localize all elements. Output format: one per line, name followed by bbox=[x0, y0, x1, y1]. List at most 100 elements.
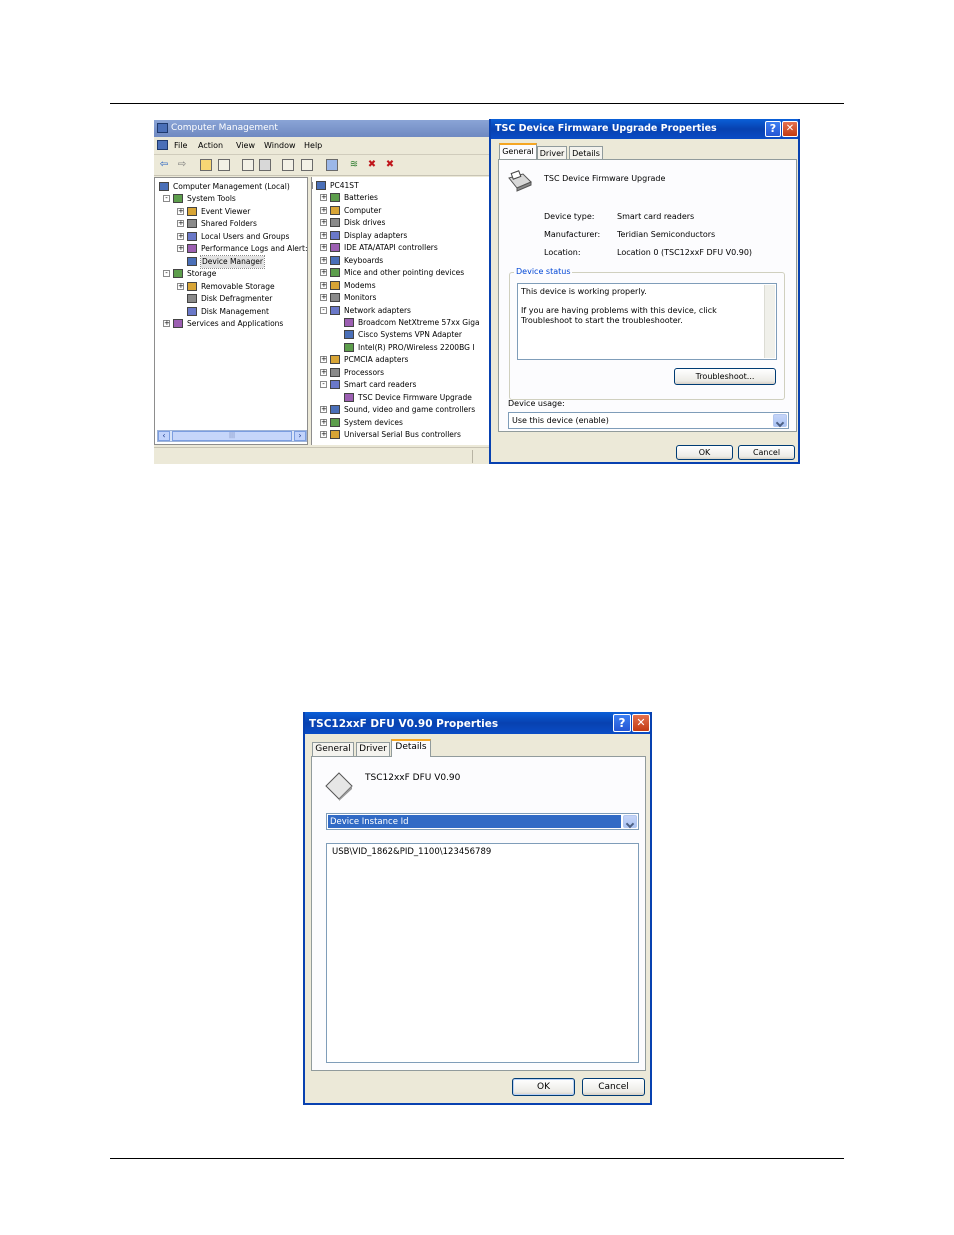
property-select[interactable]: Device Instance Id bbox=[326, 813, 639, 830]
tree-node[interactable]: + Batteries bbox=[312, 192, 489, 204]
collapse-icon[interactable]: - bbox=[163, 270, 170, 278]
troubleshoot-button[interactable]: Troubleshoot... bbox=[674, 368, 776, 385]
help-button[interactable]: ? bbox=[765, 121, 781, 137]
tree-horizontal-scrollbar[interactable]: ‹ ||| › bbox=[157, 430, 307, 442]
expand-icon[interactable]: + bbox=[320, 219, 327, 227]
dfu-cancel-button[interactable]: Cancel bbox=[582, 1078, 645, 1096]
export-list-icon[interactable] bbox=[301, 159, 313, 171]
tree-node[interactable]: - Storage bbox=[155, 268, 307, 280]
tree-node-label[interactable]: Device Manager bbox=[200, 254, 265, 269]
expand-icon[interactable]: + bbox=[320, 368, 327, 376]
disable-device-icon[interactable]: ✖ bbox=[366, 159, 378, 171]
expand-icon[interactable]: + bbox=[320, 206, 327, 214]
menu-help[interactable]: Help bbox=[304, 141, 322, 150]
tree-node[interactable]: + Computer bbox=[312, 205, 489, 217]
tree-node-label[interactable]: Smart card readers bbox=[344, 379, 416, 391]
dfu-tab-general[interactable]: General bbox=[312, 742, 354, 757]
tree-node[interactable]: + Mice and other pointing devices bbox=[312, 267, 489, 279]
tree-node-label[interactable]: Performance Logs and Alert: bbox=[201, 243, 307, 255]
tree-node[interactable]: - PC41ST bbox=[312, 180, 489, 192]
expand-icon[interactable]: + bbox=[320, 194, 327, 202]
tree-node-label[interactable]: Computer bbox=[344, 205, 381, 217]
expand-icon[interactable]: + bbox=[320, 356, 327, 364]
tree-node[interactable]: Intel(R) PRO/Wireless 2200BG I bbox=[312, 342, 489, 354]
expand-icon[interactable]: + bbox=[177, 282, 184, 290]
uninstall-device-icon[interactable]: ✖ bbox=[384, 159, 396, 171]
tree-node[interactable]: Computer Management (Local) bbox=[155, 181, 307, 193]
expand-icon[interactable]: + bbox=[320, 418, 327, 426]
tree-node-label[interactable]: Keyboards bbox=[344, 255, 383, 267]
expand-icon[interactable]: + bbox=[320, 294, 327, 302]
tree-node-label[interactable]: Disk drives bbox=[344, 217, 385, 229]
tree-node[interactable]: - Network adapters bbox=[312, 305, 489, 317]
tree-node-label[interactable]: Removable Storage bbox=[201, 281, 275, 293]
tree-node-label[interactable]: PC41ST bbox=[330, 180, 359, 192]
tab-driver[interactable]: Driver bbox=[537, 146, 567, 160]
chevron-down-icon[interactable] bbox=[623, 815, 637, 828]
tree-node-label[interactable]: Shared Folders bbox=[201, 218, 257, 230]
tree-node[interactable]: + System devices bbox=[312, 417, 489, 429]
scroll-left-icon[interactable]: ‹ bbox=[158, 431, 170, 441]
help-icon[interactable] bbox=[282, 159, 294, 171]
scroll-thumb[interactable]: ||| bbox=[172, 431, 292, 441]
expand-icon[interactable]: + bbox=[177, 220, 184, 228]
tree-node[interactable]: + Processors bbox=[312, 367, 489, 379]
tree-node-label[interactable]: Mice and other pointing devices bbox=[344, 267, 464, 279]
expand-icon[interactable]: + bbox=[320, 231, 327, 239]
tree-node[interactable]: + Monitors bbox=[312, 292, 489, 304]
scan-hardware-icon[interactable] bbox=[326, 159, 338, 171]
properties-icon[interactable] bbox=[242, 159, 254, 171]
dfu-tab-details[interactable]: Details bbox=[391, 739, 431, 757]
tree-node-label[interactable]: Computer Management (Local) bbox=[173, 181, 290, 193]
tree-node[interactable]: + PCMCIA adapters bbox=[312, 354, 489, 366]
tree-node-label[interactable]: Monitors bbox=[344, 292, 376, 304]
tree-node[interactable]: + Modems bbox=[312, 280, 489, 292]
tree-node-label[interactable]: Sound, video and game controllers bbox=[344, 404, 475, 416]
show-hide-tree-icon[interactable] bbox=[218, 159, 230, 171]
expand-icon[interactable]: + bbox=[320, 281, 327, 289]
tsc-properties-titlebar[interactable]: TSC Device Firmware Upgrade Properties bbox=[491, 119, 798, 139]
tree-node-label[interactable]: TSC Device Firmware Upgrade bbox=[358, 392, 472, 404]
expand-icon[interactable]: + bbox=[177, 207, 184, 215]
dfu-tab-driver[interactable]: Driver bbox=[356, 742, 390, 757]
dfu-ok-button[interactable]: OK bbox=[512, 1078, 575, 1096]
close-button[interactable]: ✕ bbox=[782, 121, 798, 137]
tree-node-label[interactable]: Disk Management bbox=[201, 306, 269, 318]
tree-node[interactable]: Cisco Systems VPN Adapter bbox=[312, 329, 489, 341]
expand-icon[interactable]: + bbox=[177, 232, 184, 240]
tree-node-label[interactable]: Universal Serial Bus controllers bbox=[344, 429, 461, 441]
tree-node-label[interactable]: Storage bbox=[187, 268, 216, 280]
tree-node[interactable]: + Removable Storage bbox=[155, 281, 307, 293]
tree-node-label[interactable]: Processors bbox=[344, 367, 384, 379]
tree-node-label[interactable]: Batteries bbox=[344, 192, 378, 204]
tree-node-label[interactable]: Services and Applications bbox=[187, 318, 283, 330]
chevron-down-icon[interactable] bbox=[773, 414, 787, 427]
tab-details[interactable]: Details bbox=[569, 146, 603, 160]
tree-node[interactable]: - Smart card readers bbox=[312, 379, 489, 391]
forward-arrow-icon[interactable]: ⇨ bbox=[176, 159, 188, 171]
menu-window[interactable]: Window bbox=[264, 141, 296, 150]
tree-node[interactable]: Broadcom NetXtreme 57xx Giga bbox=[312, 317, 489, 329]
dfu-properties-titlebar[interactable]: TSC12xxF DFU V0.90 Properties bbox=[305, 712, 650, 734]
status-vertical-scrollbar[interactable] bbox=[764, 285, 775, 358]
menu-action[interactable]: Action bbox=[198, 141, 223, 150]
dfu-close-button[interactable]: ✕ bbox=[632, 714, 650, 732]
tree-node-label[interactable]: Event Viewer bbox=[201, 206, 250, 218]
tree-node-label[interactable]: Network adapters bbox=[344, 305, 411, 317]
property-value-list[interactable]: USB\VID_1862&PID_1100\123456789 bbox=[326, 843, 639, 1063]
tree-node[interactable]: + Performance Logs and Alert: bbox=[155, 243, 307, 255]
up-folder-icon[interactable] bbox=[200, 159, 212, 171]
tree-node[interactable]: + IDE ATA/ATAPI controllers bbox=[312, 242, 489, 254]
tree-node[interactable]: TSC Device Firmware Upgrade bbox=[312, 392, 489, 404]
tree-node-label[interactable]: Display adapters bbox=[344, 230, 407, 242]
expand-icon[interactable]: + bbox=[177, 245, 184, 253]
property-value-item[interactable]: USB\VID_1862&PID_1100\123456789 bbox=[332, 847, 491, 857]
tree-node[interactable]: + Keyboards bbox=[312, 255, 489, 267]
tree-node[interactable]: Disk Management bbox=[155, 306, 307, 318]
tree-node[interactable]: + Shared Folders bbox=[155, 218, 307, 230]
cancel-button[interactable]: Cancel bbox=[738, 445, 795, 460]
expand-icon[interactable]: + bbox=[320, 244, 327, 252]
back-arrow-icon[interactable]: ⇦ bbox=[158, 159, 170, 171]
tree-node-label[interactable]: System Tools bbox=[187, 193, 236, 205]
tree-node-label[interactable]: PCMCIA adapters bbox=[344, 354, 408, 366]
